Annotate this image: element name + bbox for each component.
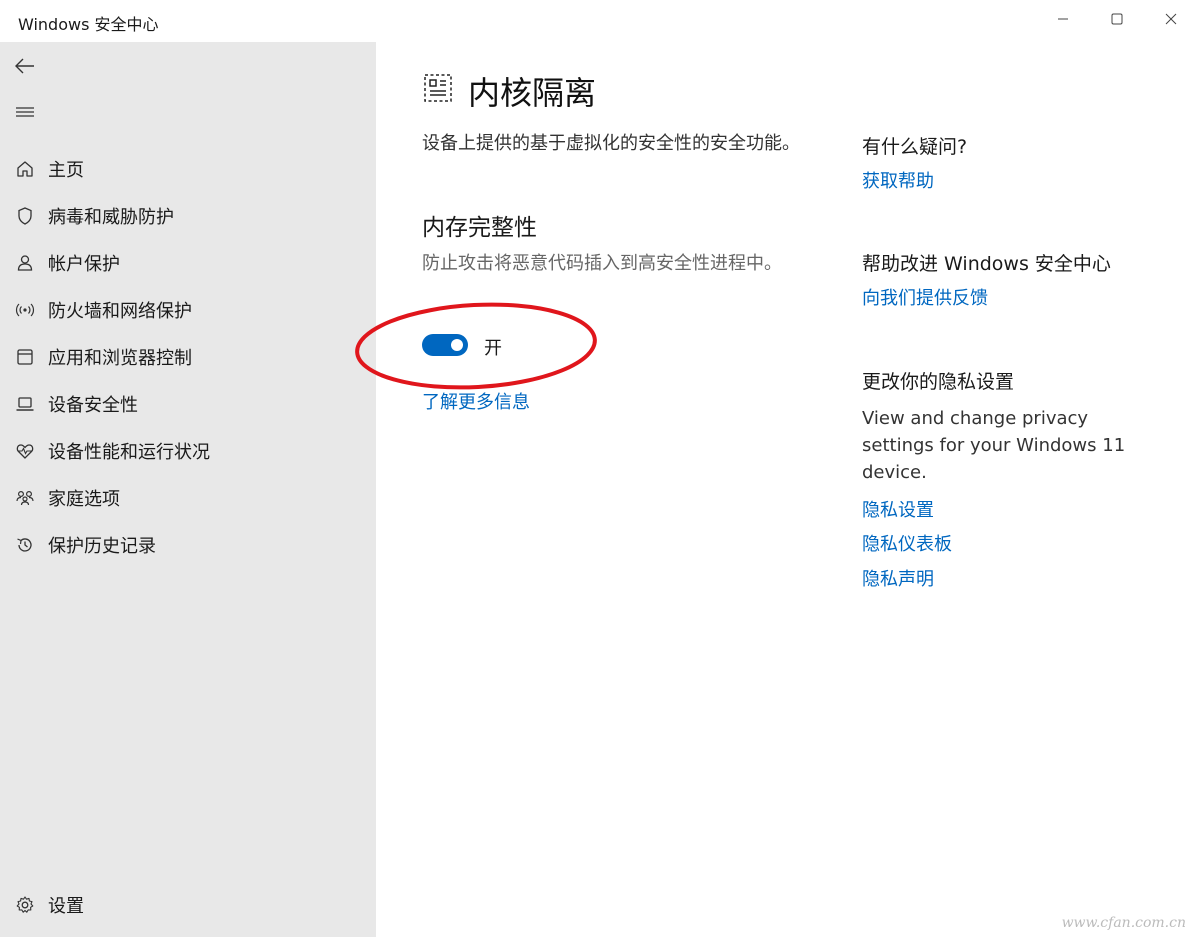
sidebar-item-account[interactable]: 帐户保护 bbox=[0, 243, 376, 283]
toggle-state-label: 开 bbox=[484, 338, 502, 359]
privacy-statement-link[interactable]: 隐私声明 bbox=[862, 565, 934, 591]
watermark: www.cfan.com.cn bbox=[1061, 915, 1186, 931]
sidebar-item-label: 保护历史记录 bbox=[48, 536, 156, 557]
app-window: Windows 安全中心 主页 病毒和威胁防护 帐户保护 防火墙和网络保护 应用… bbox=[0, 0, 1200, 937]
sidebar-item-firewall[interactable]: 防火墙和网络保护 bbox=[0, 290, 376, 330]
sidebar-item-label: 应用和浏览器控制 bbox=[48, 348, 192, 369]
hamburger-menu-button[interactable] bbox=[10, 98, 40, 126]
person-icon bbox=[14, 252, 36, 274]
sidebar-item-protection-history[interactable]: 保护历史记录 bbox=[0, 525, 376, 565]
sidebar-item-label: 设备性能和运行状况 bbox=[48, 442, 210, 463]
memory-integrity-toggle[interactable] bbox=[422, 334, 468, 356]
feedback-link[interactable]: 向我们提供反馈 bbox=[862, 284, 988, 310]
toggle-knob bbox=[451, 339, 463, 351]
page-title: 内核隔离 bbox=[468, 74, 597, 112]
close-icon bbox=[1165, 13, 1177, 25]
privacy-heading: 更改你的隐私设置 bbox=[862, 371, 1015, 393]
sidebar-item-settings[interactable]: 设置 bbox=[0, 885, 376, 925]
sidebar-item-device-health[interactable]: 设备性能和运行状况 bbox=[0, 431, 376, 471]
sidebar-item-family[interactable]: 家庭选项 bbox=[0, 478, 376, 518]
section-description: 防止攻击将恶意代码插入到高安全性进程中。 bbox=[422, 253, 782, 274]
family-icon bbox=[14, 487, 36, 509]
maximize-button[interactable] bbox=[1090, 0, 1144, 38]
minimize-button[interactable] bbox=[1036, 0, 1090, 38]
improve-heading: 帮助改进 Windows 安全中心 bbox=[862, 253, 1111, 275]
section-title: 内存完整性 bbox=[422, 215, 537, 241]
sidebar-item-virus-protection[interactable]: 病毒和威胁防护 bbox=[0, 196, 376, 236]
hamburger-icon bbox=[16, 107, 34, 117]
sidebar-item-label: 帐户保护 bbox=[48, 254, 120, 275]
annotation-circle bbox=[355, 302, 597, 390]
title-bar: Windows 安全中心 bbox=[0, 0, 1200, 42]
gear-icon bbox=[14, 894, 36, 916]
back-button[interactable] bbox=[10, 52, 40, 80]
get-help-link[interactable]: 获取帮助 bbox=[862, 167, 934, 193]
history-icon bbox=[14, 534, 36, 556]
page-description: 设备上提供的基于虚拟化的安全性的安全功能。 bbox=[422, 133, 800, 154]
sidebar-item-label: 设备安全性 bbox=[48, 395, 138, 416]
privacy-description: View and change privacy settings for you… bbox=[862, 408, 1126, 483]
privacy-settings-link[interactable]: 隐私设置 bbox=[862, 496, 934, 522]
wifi-signal-icon bbox=[14, 299, 36, 321]
main-content: 内核隔离 设备上提供的基于虚拟化的安全性的安全功能。 内存完整性 防止攻击将恶意… bbox=[355, 42, 1200, 937]
sidebar-item-app-browser[interactable]: 应用和浏览器控制 bbox=[0, 337, 376, 377]
learn-more-link[interactable]: 了解更多信息 bbox=[422, 388, 530, 414]
app-window-icon bbox=[14, 346, 36, 368]
home-icon bbox=[14, 158, 36, 180]
sidebar-item-label: 家庭选项 bbox=[48, 489, 120, 510]
privacy-dashboard-link[interactable]: 隐私仪表板 bbox=[862, 530, 952, 556]
window-title: Windows 安全中心 bbox=[18, 15, 159, 34]
questions-heading: 有什么疑问? bbox=[862, 136, 968, 158]
laptop-icon bbox=[14, 393, 36, 415]
sidebar-item-label: 主页 bbox=[48, 160, 84, 181]
minimize-icon bbox=[1058, 18, 1068, 20]
sidebar-item-label: 病毒和威胁防护 bbox=[48, 207, 174, 228]
sidebar-item-home[interactable]: 主页 bbox=[0, 149, 376, 189]
heartbeat-icon bbox=[14, 440, 36, 462]
sidebar-item-device-security[interactable]: 设备安全性 bbox=[0, 384, 376, 424]
sidebar-item-label: 防火墙和网络保护 bbox=[48, 301, 192, 322]
maximize-icon bbox=[1111, 13, 1123, 25]
core-isolation-icon bbox=[424, 74, 452, 102]
close-button[interactable] bbox=[1144, 0, 1198, 38]
sidebar: 主页 病毒和威胁防护 帐户保护 防火墙和网络保护 应用和浏览器控制 设备安全性 … bbox=[0, 42, 376, 937]
back-arrow-icon bbox=[15, 58, 34, 74]
shield-icon bbox=[14, 205, 36, 227]
sidebar-item-label: 设置 bbox=[48, 896, 84, 917]
